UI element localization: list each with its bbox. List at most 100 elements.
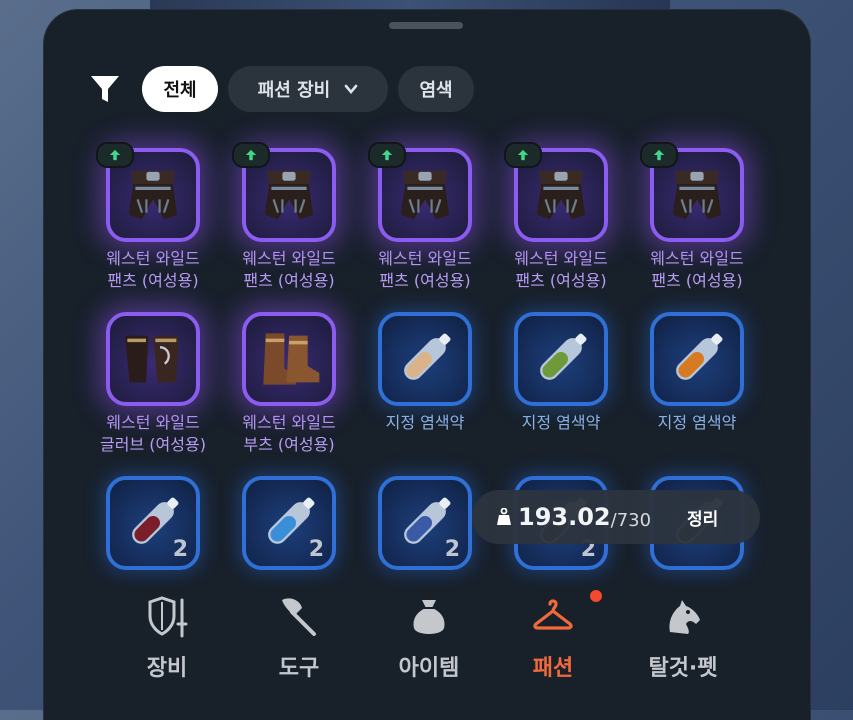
tab-fashion[interactable]: 패션	[498, 594, 608, 682]
pouch-icon	[413, 600, 445, 634]
stack-count: 2	[172, 537, 188, 562]
axe-icon	[282, 598, 316, 636]
item-frame	[640, 142, 744, 242]
item-frame: 2	[242, 476, 336, 570]
item-name: 웨스턴 와일드팬츠 (여성용)	[88, 248, 218, 292]
item-name-line1: 웨스턴 와일드	[106, 413, 200, 432]
item-name: 지정 염색약	[496, 412, 626, 434]
item-name: 지정 염색약	[632, 412, 762, 434]
pants-icon	[264, 170, 314, 220]
item-frame	[650, 312, 744, 406]
tab-items-label: 아이템	[398, 656, 460, 681]
inventory-slot[interactable]: 2	[88, 476, 218, 570]
up-arrow-badge	[96, 142, 134, 168]
item-name-line1: 웨스턴 와일드	[514, 249, 608, 268]
item-name-line2: 팬츠 (여성용)	[379, 271, 471, 290]
item-name-line1: 지정 염색약	[521, 413, 601, 432]
inventory-slot[interactable]: 2	[360, 476, 490, 570]
inventory-slot[interactable]: 웨스턴 와일드부츠 (여성용)	[224, 312, 354, 456]
chip-all-label: 전체	[163, 80, 197, 101]
chevron-down-icon	[344, 84, 358, 95]
item-name: 웨스턴 와일드부츠 (여성용)	[224, 412, 354, 456]
item-name: 지정 염색약	[360, 412, 490, 434]
weight-bag-icon	[497, 508, 511, 525]
item-name: 웨스턴 와일드팬츠 (여성용)	[360, 248, 490, 292]
item-name: 웨스턴 와일드팬츠 (여성용)	[224, 248, 354, 292]
inventory-slot[interactable]: 웨스턴 와일드글러브 (여성용)	[88, 312, 218, 456]
dye-vial-icon	[676, 333, 723, 380]
inventory-slot[interactable]: 지정 염색약	[360, 312, 490, 434]
item-name-line1: 웨스턴 와일드	[242, 413, 336, 432]
inventory-slot[interactable]: 웨스턴 와일드팬츠 (여성용)	[88, 142, 218, 292]
stack-count: 2	[444, 537, 460, 562]
up-arrow-badge	[232, 142, 270, 168]
filter-icon[interactable]	[88, 72, 122, 106]
inventory-panel: 전체 패션 장비 염색 웨스턴 와일드 팬츠 (여성용) 웨스턴 와일드 팬츠 (여성…	[44, 10, 810, 720]
item-name-line1: 지정 염색약	[657, 413, 737, 432]
item-frame	[242, 312, 336, 406]
inventory-slot[interactable]: 2	[224, 476, 354, 570]
notification-dot	[590, 590, 602, 602]
item-name-line2: 팬츠 (여성용)	[651, 271, 743, 290]
item-name-line2: 팬츠 (여성용)	[515, 271, 607, 290]
gloves-icon	[125, 335, 179, 383]
item-frame	[514, 312, 608, 406]
pants-icon	[400, 170, 450, 220]
tab-equipment[interactable]: 장비	[112, 594, 222, 682]
chip-all[interactable]: 전체	[142, 66, 218, 112]
item-name-line1: 웨스턴 와일드	[242, 249, 336, 268]
item-name-line1: 지정 염색약	[385, 413, 465, 432]
dye-vial-icon	[404, 333, 451, 380]
item-name-line1: 웨스턴 와일드	[106, 249, 200, 268]
pants-icon	[672, 170, 722, 220]
item-name-line1: 웨스턴 와일드	[650, 249, 744, 268]
pants-icon	[128, 170, 178, 220]
tab-mounts-pets[interactable]: 탈것·펫	[628, 594, 738, 682]
dye-vial-icon	[540, 333, 587, 380]
inventory-slot[interactable]: 웨스턴 와일드팬츠 (여성용)	[224, 142, 354, 292]
tab-tools-label: 도구	[278, 656, 320, 681]
weight-current: 193.02	[518, 503, 611, 531]
item-name: 웨스턴 와일드글러브 (여성용)	[88, 412, 218, 456]
shield-sword-icon	[148, 596, 188, 638]
item-frame	[106, 312, 200, 406]
inventory-slot[interactable]: 웨스턴 와일드팬츠 (여성용)	[496, 142, 626, 292]
item-name-line2: 부츠 (여성용)	[243, 435, 335, 454]
item-name-line2: 팬츠 (여성용)	[243, 271, 335, 290]
tab-fashion-label: 패션	[532, 656, 574, 681]
hanger-icon	[533, 599, 573, 630]
drag-handle[interactable]	[389, 22, 463, 29]
bottom-nav: 장비 도구 아이템 패션 탈것·펫	[44, 580, 810, 720]
item-frame	[368, 142, 472, 242]
inventory-slot[interactable]: 지정 염색약	[496, 312, 626, 434]
up-arrow-badge	[368, 142, 406, 168]
item-name-line2: 글러브 (여성용)	[100, 435, 206, 454]
item-frame	[232, 142, 336, 242]
tab-items[interactable]: 아이템	[374, 594, 484, 682]
item-frame: 2	[106, 476, 200, 570]
chip-fashion-equipment-label: 패션 장비	[257, 80, 331, 101]
inventory-slot[interactable]: 웨스턴 와일드팬츠 (여성용)	[632, 142, 762, 292]
item-name-line1: 웨스턴 와일드	[378, 249, 472, 268]
pants-icon	[536, 170, 586, 220]
item-frame	[378, 312, 472, 406]
up-arrow-badge	[504, 142, 542, 168]
inventory-slot[interactable]: 지정 염색약	[632, 312, 762, 434]
item-frame	[96, 142, 200, 242]
horse-icon	[669, 600, 700, 634]
item-frame	[504, 142, 608, 242]
boots-icon	[263, 333, 320, 385]
chip-dye[interactable]: 염색	[398, 66, 474, 112]
item-name: 웨스턴 와일드팬츠 (여성용)	[632, 248, 762, 292]
item-name-line2: 팬츠 (여성용)	[107, 271, 199, 290]
tab-tools[interactable]: 도구	[244, 594, 354, 682]
tab-equipment-label: 장비	[146, 656, 188, 681]
up-arrow-badge	[640, 142, 678, 168]
inventory-slot[interactable]: 웨스턴 와일드팬츠 (여성용)	[360, 142, 490, 292]
chip-fashion-equipment-dropdown[interactable]: 패션 장비	[228, 66, 388, 112]
chip-dye-label: 염색	[419, 80, 453, 101]
stack-count: 2	[308, 537, 324, 562]
sort-button[interactable]: 정리	[687, 505, 718, 530]
weight-max: /730	[610, 509, 652, 531]
tab-mounts-pets-label: 탈것·펫	[648, 656, 718, 681]
